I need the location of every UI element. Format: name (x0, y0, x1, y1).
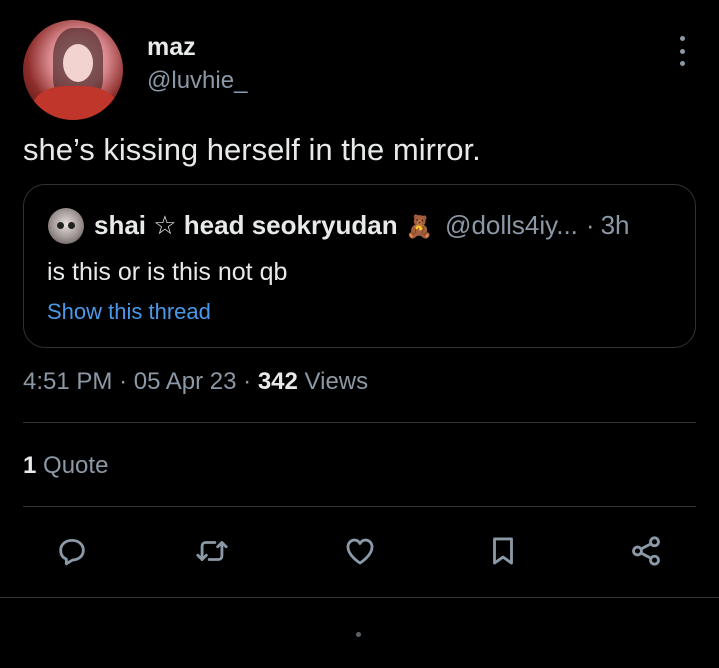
reply-icon (59, 538, 85, 566)
author-handle[interactable]: @luvhie_ (147, 67, 247, 95)
meta-separator: · (119, 368, 128, 395)
like-button[interactable] (341, 532, 379, 570)
quote-label: Quote (43, 452, 109, 479)
views-label: Views (304, 368, 369, 395)
quoted-author-name: shai ☆ head seokryudan (94, 210, 398, 240)
bookmark-icon (493, 537, 513, 565)
quoted-author-handle: @dolls4iy... (445, 210, 578, 240)
tweet-time: 4:51 PM (23, 368, 113, 395)
quoted-tweet-header: shai ☆ head seokryudan 🧸 @dolls4iy... · … (94, 210, 629, 241)
tweet-text: she’s kissing herself in the mirror. (23, 132, 481, 167)
quoted-author-avatar (48, 208, 84, 244)
quoted-tweet-text: is this or is this not qb (47, 258, 288, 286)
meta-separator: · (243, 368, 252, 395)
share-button[interactable] (627, 532, 665, 570)
show-thread-link[interactable]: Show this thread (47, 299, 211, 325)
teddy-bear-icon: 🧸 (405, 214, 434, 239)
quotes-stat[interactable]: 1 Quote (23, 452, 108, 480)
divider (23, 422, 696, 423)
loading-dot (356, 632, 361, 637)
author-display-name[interactable]: maz (147, 33, 196, 62)
quoted-tweet-time: 3h (600, 210, 630, 240)
retweet-icon (196, 541, 228, 561)
bookmark-button[interactable] (484, 532, 522, 570)
quoted-tweet-card[interactable]: shai ☆ head seokryudan 🧸 @dolls4iy... · … (23, 184, 696, 348)
quoted-separator: · (585, 210, 595, 240)
divider (0, 597, 719, 598)
more-options-icon[interactable] (670, 36, 694, 66)
quote-count: 1 (23, 452, 37, 479)
tweet-date: 05 Apr 23 (133, 368, 237, 395)
share-icon (632, 536, 660, 566)
author-avatar[interactable] (23, 20, 123, 120)
reply-button[interactable] (53, 532, 91, 570)
divider (23, 506, 696, 507)
retweet-button[interactable] (193, 532, 231, 570)
tweet-detail: maz @luvhie_ she’s kissing herself in th… (0, 0, 719, 668)
like-icon (346, 538, 374, 565)
views-count[interactable]: 342 (258, 368, 298, 395)
tweet-meta: 4:51 PM · 05 Apr 23 · 342 Views (23, 368, 368, 396)
